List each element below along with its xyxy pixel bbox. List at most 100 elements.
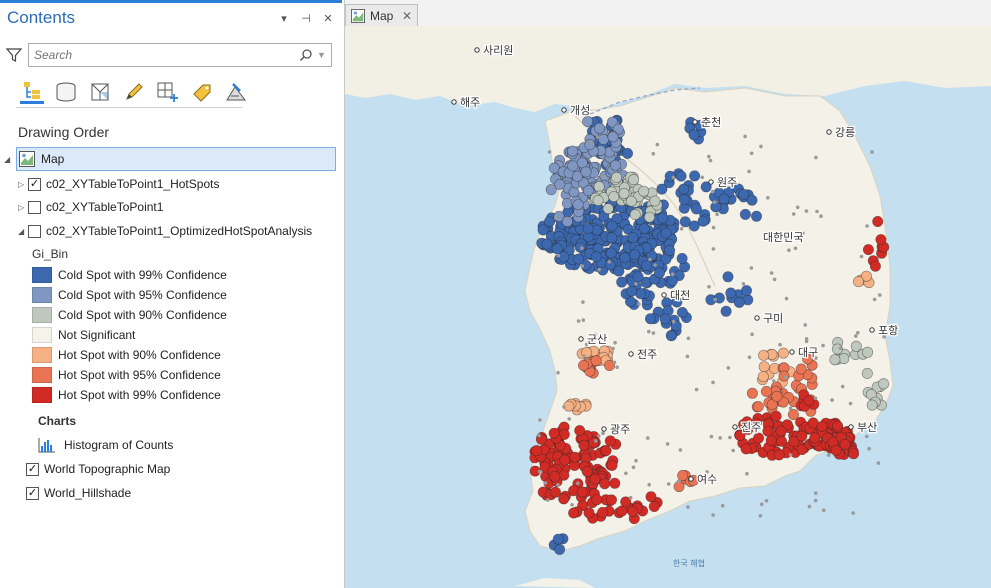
hotspot-point[interactable] xyxy=(778,370,790,382)
hotspot-point[interactable] xyxy=(848,448,860,460)
hotspot-point[interactable] xyxy=(591,494,603,506)
hotspot-point[interactable] xyxy=(626,285,638,297)
map-expander[interactable]: ◢ xyxy=(4,148,14,170)
pin-icon[interactable]: ⊣ xyxy=(300,12,312,25)
hotspot-point[interactable] xyxy=(752,401,764,413)
hotspot-point[interactable] xyxy=(627,232,639,244)
hotspot-point[interactable] xyxy=(653,267,665,279)
layer-row-xytable[interactable]: ▷ c02_XYTableToPoint1 xyxy=(18,196,163,218)
hotspot-point[interactable] xyxy=(616,276,628,288)
hotspot-point[interactable] xyxy=(740,285,752,297)
hotspot-point[interactable] xyxy=(594,122,606,134)
hotspot-point[interactable] xyxy=(638,185,650,197)
hotspot-point[interactable] xyxy=(627,174,639,186)
hotspot-point[interactable] xyxy=(589,473,601,485)
hotspot-point[interactable] xyxy=(554,543,566,555)
hotspot-point[interactable] xyxy=(697,215,709,227)
hotspot-point[interactable] xyxy=(740,443,752,455)
hotspot-point[interactable] xyxy=(866,399,878,411)
hotspot-point[interactable] xyxy=(762,425,774,437)
hotspot-point[interactable] xyxy=(678,194,690,206)
layer-checkbox[interactable]: ✓ xyxy=(26,462,39,476)
hotspot-point[interactable] xyxy=(862,346,874,358)
hotspot-point[interactable] xyxy=(611,171,623,183)
hotspot-point[interactable] xyxy=(664,244,676,256)
hotspot-point[interactable] xyxy=(548,427,560,439)
list-by-labeling-button[interactable] xyxy=(190,80,214,104)
hotspot-point[interactable] xyxy=(746,387,758,399)
hotspot-point[interactable] xyxy=(757,371,769,383)
hotspot-point[interactable] xyxy=(590,251,602,263)
hotspot-point[interactable] xyxy=(573,253,585,265)
hotspot-point[interactable] xyxy=(599,478,611,490)
hotspot-point[interactable] xyxy=(550,486,562,498)
hotspot-point[interactable] xyxy=(609,159,621,171)
layer-checkbox[interactable]: ✓ xyxy=(26,486,39,500)
hotspot-point[interactable] xyxy=(733,296,745,308)
hotspot-point[interactable] xyxy=(765,434,777,446)
hotspot-point[interactable] xyxy=(574,241,586,253)
hotspot-point[interactable] xyxy=(795,363,807,375)
hotspot-point[interactable] xyxy=(588,437,600,449)
layer-row-hotspots[interactable]: ▷ ✓ c02_XYTableToPoint1_HotSpots xyxy=(18,173,219,195)
hotspot-point[interactable] xyxy=(605,494,617,506)
hotspot-point[interactable] xyxy=(578,359,590,371)
hotspot-point[interactable] xyxy=(725,287,737,299)
hotspot-point[interactable] xyxy=(537,224,549,236)
list-by-snapping-button[interactable] xyxy=(156,80,180,104)
close-icon[interactable]: ✕ xyxy=(322,12,334,25)
hotspot-point[interactable] xyxy=(645,491,657,503)
hotspot-point[interactable] xyxy=(839,438,851,450)
hotspot-point[interactable] xyxy=(644,313,656,325)
hotspot-point[interactable] xyxy=(606,232,618,244)
hotspot-point[interactable] xyxy=(656,183,668,195)
list-by-editing-button[interactable] xyxy=(122,80,146,104)
hotspot-point[interactable] xyxy=(541,238,553,250)
search-input[interactable] xyxy=(34,48,299,62)
chart-item-histogram[interactable]: Histogram of Counts xyxy=(38,434,173,456)
hotspot-point[interactable] xyxy=(809,432,821,444)
list-by-perspective-button[interactable] xyxy=(224,80,248,104)
hotspot-point[interactable] xyxy=(609,477,621,489)
hotspot-point[interactable] xyxy=(604,435,616,447)
hotspot-point[interactable] xyxy=(549,471,561,483)
hotspot-point[interactable] xyxy=(770,410,782,422)
layer-checkbox[interactable]: ✓ xyxy=(28,177,41,191)
hotspot-point[interactable] xyxy=(872,216,884,228)
pane-menu-icon[interactable]: ▾ xyxy=(278,12,290,25)
hotspot-point[interactable] xyxy=(750,210,762,222)
hotspot-point[interactable] xyxy=(568,507,580,519)
hotspot-point[interactable] xyxy=(722,271,734,283)
hotspot-point[interactable] xyxy=(660,227,672,239)
map-view[interactable]: 사리원해주개성춘천강릉원주대한민국대전구미포항군산전주 대구광주 진주 부산여수한국 … xyxy=(345,26,991,588)
hotspot-point[interactable] xyxy=(572,199,584,211)
hotspot-point[interactable] xyxy=(659,313,671,325)
list-by-source-button[interactable] xyxy=(54,80,78,104)
hotspot-point[interactable] xyxy=(649,195,661,207)
layer-checkbox[interactable] xyxy=(28,224,41,238)
list-by-selection-button[interactable] xyxy=(88,80,112,104)
hotspot-point[interactable] xyxy=(602,203,614,215)
search-box[interactable]: ▼ xyxy=(28,43,332,67)
hotspot-point[interactable] xyxy=(758,349,770,361)
hotspot-point[interactable] xyxy=(567,145,579,157)
list-by-drawing-order-button[interactable] xyxy=(20,80,44,104)
hotspot-point[interactable] xyxy=(569,451,581,463)
layer-row-optimized[interactable]: ◢ c02_XYTableToPoint1_OptimizedHotSpotAn… xyxy=(18,220,312,242)
hotspot-point[interactable] xyxy=(676,306,688,318)
hotspot-point[interactable] xyxy=(689,170,701,182)
hotspot-point[interactable] xyxy=(677,469,689,481)
hotspot-point[interactable] xyxy=(590,355,602,367)
hotspot-point[interactable] xyxy=(597,506,609,518)
hotspot-point[interactable] xyxy=(878,378,890,390)
hotspot-point[interactable] xyxy=(582,223,594,235)
hotspot-point[interactable] xyxy=(688,129,700,141)
expander-collapsed-icon[interactable]: ▷ xyxy=(18,203,28,212)
hotspot-point[interactable] xyxy=(625,195,637,207)
hotspot-point[interactable] xyxy=(627,505,639,517)
hotspot-point[interactable] xyxy=(641,260,653,272)
hotspot-point[interactable] xyxy=(567,160,579,172)
hotspot-point[interactable] xyxy=(690,203,702,215)
hotspot-point[interactable] xyxy=(531,445,543,457)
hotspot-point[interactable] xyxy=(605,247,617,259)
